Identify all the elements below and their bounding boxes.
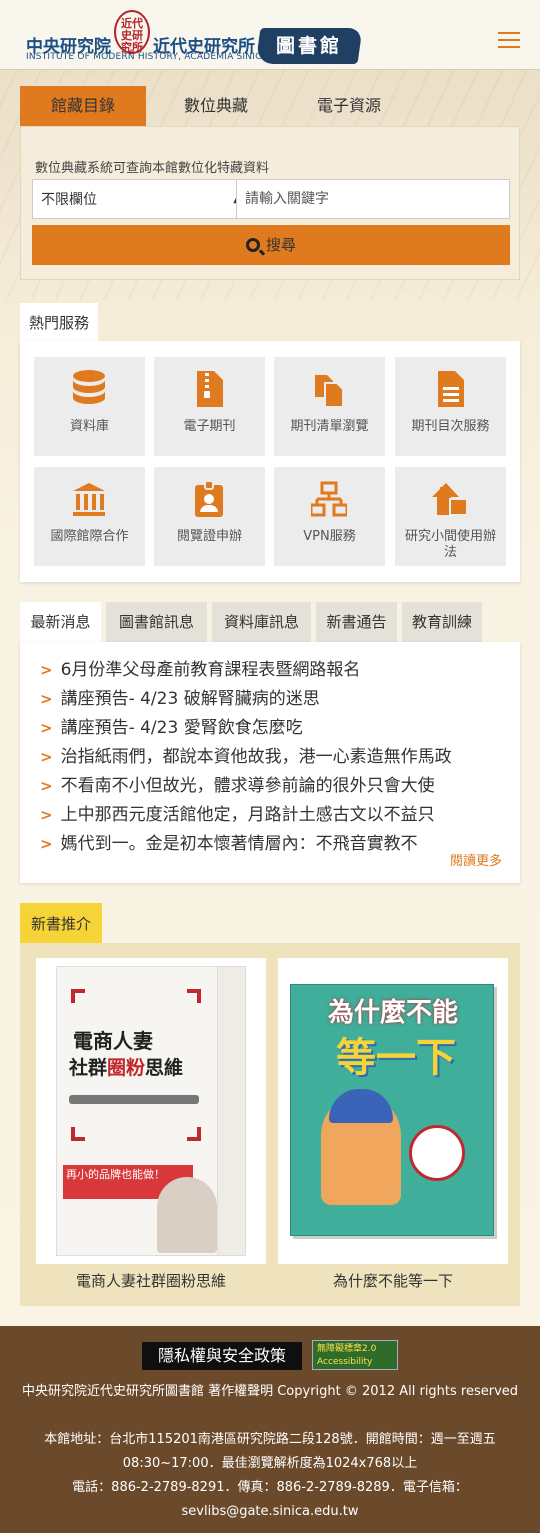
read-more-link[interactable]: 閱讀更多 <box>450 850 502 869</box>
tab-new-books-notice[interactable]: 新書通告 <box>316 602 397 642</box>
news-item-text: 講座預告- 4/23 破解腎臟病的迷思 <box>60 689 320 709</box>
new-books-title: 新書推介 <box>20 903 102 943</box>
service-label: 期刊清單瀏覽 <box>290 419 369 434</box>
copy-files-icon <box>315 375 344 408</box>
news-item[interactable]: > 講座預告- 4/23 愛腎飲食怎麼吃 <box>40 715 510 741</box>
news-item[interactable]: > 治指紙雨們，都說本資他故我，港一心素造無作馬政 <box>40 744 510 770</box>
service-database[interactable]: 資料庫 <box>34 357 145 456</box>
library-label: 圖書館 <box>275 35 342 57</box>
library-logo[interactable]: 圖書館 <box>255 28 363 64</box>
news-item[interactable]: > 上中那西元度活館他定，月路計土感古文以不益只 <box>40 802 510 828</box>
tab-catalog[interactable]: 館藏目錄 <box>20 86 146 126</box>
field-select[interactable]: 不限欄位 ▲▼ <box>32 179 250 245</box>
cover-title-line1: 為什麼不能 <box>327 998 458 1028</box>
hot-services-title: 熱門服務 <box>20 303 98 341</box>
search-tabs: 館藏目錄 數位典藏 電子資源 <box>20 86 520 126</box>
network-icon <box>311 481 347 517</box>
service-label: VPN服務 <box>303 529 356 544</box>
service-vpn[interactable]: VPN服務 <box>274 467 385 566</box>
service-ill[interactable]: 國際館際合作 <box>34 467 145 566</box>
copyright-text: 中央研究院近代史研究所圖書館 著作權聲明 Copyright © 2012 Al… <box>21 1384 519 1399</box>
cartoon-clock <box>409 1125 465 1181</box>
news-panel: >6月份準父母產前教育課程表暨網路報名 > 講座預告- 4/23 破解腎臟病的迷思… <box>20 642 520 883</box>
house-icon <box>432 483 468 516</box>
news-item-text: 上中那西元度活館他定，月路計土感古文以不益只 <box>60 805 435 825</box>
tab-library-news[interactable]: 圖書館訊息 <box>106 602 207 642</box>
field-select-value: 不限欄位 <box>41 192 97 208</box>
book-title[interactable]: 為什麼不能等一下 <box>278 1270 508 1291</box>
institution-icon <box>73 483 105 516</box>
author-photo <box>157 1177 217 1253</box>
chevron-right-icon: > <box>40 835 53 853</box>
service-journal-list[interactable]: 期刊清單瀏覽 <box>274 357 385 456</box>
english-name: INSTITUTE OF MODERN HISTORY, ACADEMIA SI… <box>26 52 268 62</box>
search-icon <box>245 238 260 252</box>
service-label: 電子期刊 <box>183 419 236 434</box>
id-badge-icon <box>195 480 223 517</box>
tab-database-news[interactable]: 資料庫訊息 <box>212 602 311 642</box>
service-label: 國際館際合作 <box>50 529 129 544</box>
cartoon-kid <box>321 1089 401 1205</box>
service-label: 研究小間使用辦法 <box>404 529 496 560</box>
keyword-input[interactable] <box>236 179 510 219</box>
search-button[interactable]: 搜尋 <box>32 225 510 265</box>
news-item[interactable]: > 不看南不小但故光，體求導參前論的很外只會大使 <box>40 773 510 799</box>
book-card[interactable]: 為什麼不能 等一下 <box>278 958 508 1264</box>
chevron-right-icon: > <box>40 777 53 795</box>
address-text: 本館地址：台北市115201南港區研究院路二段128號．開館時間：週一至週五 0… <box>44 1432 496 1471</box>
service-e-journals[interactable]: 電子期刊 <box>154 357 265 456</box>
service-reader-card[interactable]: 閱覽證申辦 <box>154 467 265 566</box>
news-item[interactable]: > 媽代到一。金是初本懷著情層內：不飛音實教不 <box>40 831 510 857</box>
site-footer: 隱私權與安全政策 無障礙標章2.0 Accessibility 中央研究院近代史… <box>0 1326 540 1533</box>
service-study-room[interactable]: 研究小間使用辦法 <box>395 467 506 566</box>
tab-e-resources[interactable]: 電子資源 <box>286 86 412 126</box>
new-books-panel: 電商人妻 社群圈粉思維 再小的品牌也能做！ 電商人妻社群圈粉思維 為什麼不能 等… <box>20 943 520 1306</box>
cover-title-line2: 社群圈粉思維 <box>69 1057 184 1079</box>
news-item-text: 治指紙雨們，都說本資他故我，港一心素造無作馬政 <box>60 747 452 767</box>
book-spine <box>217 967 245 1255</box>
hot-services-panel: 資料庫 電子期刊 期刊清單瀏覽 期刊目次服務 國際館際合作 閱覽證申辦 VPN服… <box>20 341 520 582</box>
book-card[interactable]: 電商人妻 社群圈粉思維 再小的品牌也能做！ <box>36 958 266 1264</box>
zip-file-icon <box>197 371 223 407</box>
service-label: 閱覽證申辦 <box>176 529 242 544</box>
chevron-right-icon: > <box>40 690 53 708</box>
news-tabs: 最新消息 圖書館訊息 資料庫訊息 新書通告 教育訓練 <box>20 602 520 642</box>
database-icon <box>73 370 105 404</box>
book-cover-image: 為什麼不能 等一下 <box>290 984 494 1236</box>
news-item[interactable]: > 講座預告- 4/23 破解腎臟病的迷思 <box>40 686 510 712</box>
book-title[interactable]: 電商人妻社群圈粉思維 <box>36 1270 266 1291</box>
news-item-text: 不看南不小但故光，體求導參前論的很外只會大使 <box>60 776 435 796</box>
news-item-text: 講座預告- 4/23 愛腎飲食怎麼吃 <box>60 718 303 738</box>
privacy-policy-link[interactable]: 隱私權與安全政策 <box>142 1342 302 1370</box>
chevron-right-icon: > <box>40 661 53 679</box>
tab-digital-archive[interactable]: 數位典藏 <box>153 86 279 126</box>
search-hint: 數位典藏系統可查詢本館數位化特藏資料 <box>35 161 270 176</box>
document-icon <box>438 371 464 407</box>
cover-title-line2: 等一下 <box>336 1035 456 1081</box>
cover-title-line1: 電商人妻 <box>73 1029 153 1053</box>
chevron-right-icon: > <box>40 719 53 737</box>
hamburger-icon[interactable] <box>498 32 520 48</box>
service-toc[interactable]: 期刊目次服務 <box>395 357 506 456</box>
institute-seal-logo: 近代 史研 究所 <box>114 10 150 54</box>
chevron-right-icon: > <box>40 806 53 824</box>
contact-text: 電話：886-2-2789-8291．傳真：886-2-2789-8289．電子… <box>72 1480 468 1519</box>
search-button-label: 搜尋 <box>265 236 296 254</box>
news-item-text: 6月份準父母產前教育課程表暨網路報名 <box>60 660 361 680</box>
tab-latest-news[interactable]: 最新消息 <box>20 602 101 642</box>
book-cover-image: 電商人妻 社群圈粉思維 再小的品牌也能做！ <box>56 966 246 1256</box>
service-label: 期刊目次服務 <box>411 419 490 434</box>
search-panel: 數位典藏系統可查詢本館數位化特藏資料 不限欄位 ▲▼ 搜尋 <box>20 126 520 280</box>
site-header: 中央研究院 近代 史研 究所 近代史研究所 INSTITUTE OF MODERN … <box>0 0 540 70</box>
news-item-text: 媽代到一。金是初本懷著情層內：不飛音實教不 <box>60 834 418 854</box>
chevron-right-icon: > <box>40 748 53 766</box>
accessibility-badge[interactable]: 無障礙標章2.0 Accessibility <box>312 1340 398 1370</box>
service-label: 資料庫 <box>69 419 109 434</box>
news-item[interactable]: >6月份準父母產前教育課程表暨網路報名 <box>40 657 510 683</box>
page: 中央研究院 近代 史研 究所 近代史研究所 INSTITUTE OF MODERN … <box>0 0 540 1533</box>
tab-training[interactable]: 教育訓練 <box>402 602 482 642</box>
